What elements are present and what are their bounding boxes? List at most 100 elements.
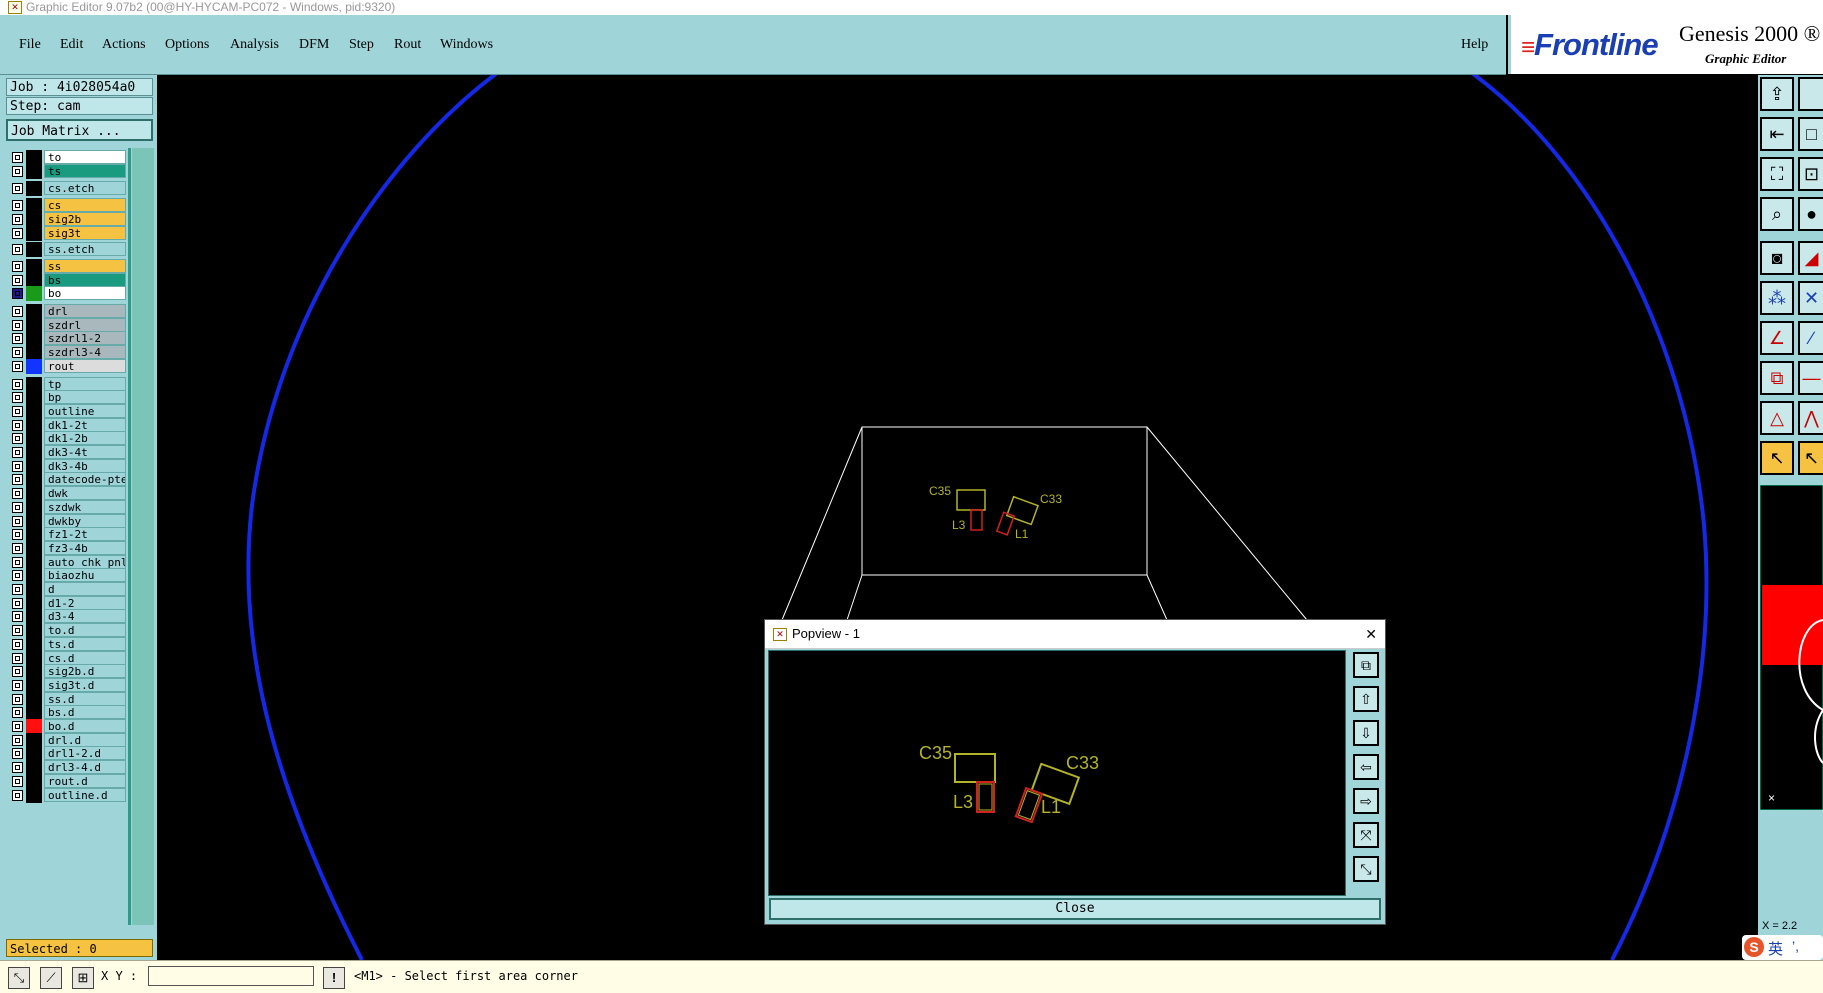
- layer-name[interactable]: drl1-2.d: [44, 746, 126, 761]
- layer-name[interactable]: fz3-4b: [44, 540, 126, 555]
- menu-help[interactable]: Help: [1461, 37, 1488, 53]
- layer-row[interactable]: outline.d: [8, 787, 128, 803]
- layer-checkbox[interactable]: [12, 570, 23, 582]
- layer-name[interactable]: cs.d: [44, 650, 126, 665]
- pan-up-icon[interactable]: ⇪: [1760, 77, 1794, 111]
- layer-name[interactable]: dk1-2t: [44, 417, 126, 432]
- ime-bar[interactable]: S 英 ’,: [1742, 935, 1823, 960]
- layer-color-swatch[interactable]: [26, 181, 42, 197]
- layer-row[interactable]: sig3t: [8, 225, 128, 241]
- warning-icon[interactable]: !: [323, 967, 345, 989]
- layer-name[interactable]: sig3t: [44, 225, 126, 240]
- layer-name[interactable]: d: [44, 582, 126, 596]
- layer-checkbox[interactable]: [12, 183, 23, 195]
- layer-name[interactable]: dwk: [44, 486, 126, 501]
- layer-name[interactable]: cs: [44, 198, 126, 213]
- layer-name[interactable]: to.d: [44, 623, 126, 638]
- tool-icon[interactable]: —: [1798, 361, 1823, 395]
- layer-checkbox[interactable]: [12, 474, 23, 486]
- layer-checkbox[interactable]: [12, 360, 23, 372]
- layer-checkbox[interactable]: [12, 748, 23, 760]
- tool-icon[interactable]: ∕: [1798, 321, 1823, 355]
- layer-checkbox[interactable]: [12, 501, 23, 513]
- menu-dfm[interactable]: DFM: [299, 37, 329, 53]
- layer-checkbox[interactable]: [12, 378, 23, 390]
- layer-checkbox[interactable]: [12, 274, 23, 286]
- measure-icon[interactable]: △: [1760, 401, 1794, 435]
- popview-fit-icon[interactable]: ⧉: [1353, 652, 1379, 678]
- layer-name[interactable]: szdrl: [44, 317, 126, 332]
- layer-name[interactable]: dk1-2b: [44, 431, 126, 446]
- layer-checkbox[interactable]: [12, 419, 23, 431]
- tool-icon[interactable]: ↖: [1798, 441, 1823, 475]
- pad-icon[interactable]: ◙: [1760, 241, 1794, 275]
- layer-checkbox[interactable]: [12, 611, 23, 623]
- layer-checkbox[interactable]: [12, 306, 23, 317]
- layer-checkbox[interactable]: [12, 666, 23, 678]
- popview-pan-up-icon[interactable]: ⇧: [1353, 686, 1379, 712]
- select-pointer-icon[interactable]: ↖: [1760, 441, 1794, 475]
- menu-rout[interactable]: Rout: [394, 37, 421, 53]
- layer-checkbox[interactable]: [12, 693, 23, 705]
- menu-edit[interactable]: Edit: [60, 37, 83, 53]
- layer-checkbox[interactable]: [12, 347, 23, 359]
- layer-name[interactable]: auto_chk_pnl: [44, 554, 126, 569]
- layer-checkbox[interactable]: [12, 460, 23, 472]
- layer-checkbox[interactable]: [12, 288, 23, 300]
- layer-name[interactable]: szdrl1-2: [44, 331, 126, 346]
- layer-list-scrollbar[interactable]: [132, 148, 154, 925]
- zoom-area-icon[interactable]: ⤡: [8, 967, 30, 989]
- layer-checkbox[interactable]: [12, 789, 23, 801]
- tool-icon[interactable]: ●: [1798, 197, 1823, 231]
- layer-name[interactable]: szdrl3-4: [44, 345, 126, 360]
- layer-checkbox[interactable]: [12, 515, 23, 527]
- layer-name[interactable]: rout: [44, 358, 126, 373]
- layer-checkbox[interactable]: [12, 405, 23, 417]
- layer-checkbox[interactable]: [12, 679, 23, 691]
- layer-checkbox[interactable]: [12, 625, 23, 637]
- layer-name[interactable]: bs.d: [44, 705, 126, 720]
- layer-name[interactable]: sig2b: [44, 211, 126, 226]
- layer-name[interactable]: d3-4: [44, 609, 126, 624]
- layer-color-swatch[interactable]: [26, 225, 42, 241]
- layer-name[interactable]: dk3-4b: [44, 458, 126, 473]
- menu-options[interactable]: Options: [165, 37, 209, 53]
- layer-checkbox[interactable]: [12, 542, 23, 554]
- layer-name[interactable]: tp: [44, 376, 126, 391]
- layer-name[interactable]: ss.d: [44, 691, 126, 706]
- layer-checkbox[interactable]: [12, 447, 23, 458]
- layer-name[interactable]: drl.d: [44, 732, 126, 747]
- popview-close-x-icon[interactable]: ✕: [1365, 620, 1377, 648]
- copy-icon[interactable]: ⧉: [1760, 361, 1794, 395]
- layer-checkbox[interactable]: [12, 260, 23, 272]
- layer-name[interactable]: bo.d: [44, 719, 126, 733]
- popview-zoom-out-icon[interactable]: ⤡: [1353, 856, 1379, 882]
- layer-name[interactable]: ts.d: [44, 636, 126, 651]
- layer-name[interactable]: drl3-4.d: [44, 760, 126, 775]
- layer-name[interactable]: biaozhu: [44, 568, 126, 583]
- layer-checkbox[interactable]: [12, 707, 23, 719]
- layer-name[interactable]: d1-2: [44, 595, 126, 610]
- tool-icon[interactable]: ◢: [1798, 241, 1823, 275]
- menu-step[interactable]: Step: [349, 37, 374, 53]
- measure-toggle-icon[interactable]: ⟋: [40, 967, 62, 989]
- layer-checkbox[interactable]: [12, 775, 23, 787]
- menu-actions[interactable]: Actions: [102, 37, 146, 53]
- menu-windows[interactable]: Windows: [440, 37, 493, 53]
- layer-name[interactable]: ss.etch: [44, 242, 126, 257]
- tool-icon[interactable]: ⊡: [1798, 157, 1823, 191]
- layer-row[interactable]: rout: [8, 358, 128, 374]
- layer-name[interactable]: ts: [44, 163, 126, 178]
- layer-checkbox[interactable]: [12, 165, 23, 177]
- layer-row[interactable]: cs.etch: [8, 181, 128, 197]
- popview-pan-down-icon[interactable]: ⇩: [1353, 720, 1379, 746]
- layer-checkbox[interactable]: [12, 244, 23, 256]
- layer-name[interactable]: rout.d: [44, 773, 126, 788]
- layer-name[interactable]: to: [44, 150, 126, 164]
- layer-checkbox[interactable]: [12, 734, 23, 746]
- layer-name[interactable]: ss: [44, 258, 126, 273]
- layer-name[interactable]: bp: [44, 390, 126, 405]
- layer-name[interactable]: cs.etch: [44, 181, 126, 196]
- layer-row[interactable]: bo: [8, 286, 128, 302]
- layer-name[interactable]: fz1-2t: [44, 527, 126, 542]
